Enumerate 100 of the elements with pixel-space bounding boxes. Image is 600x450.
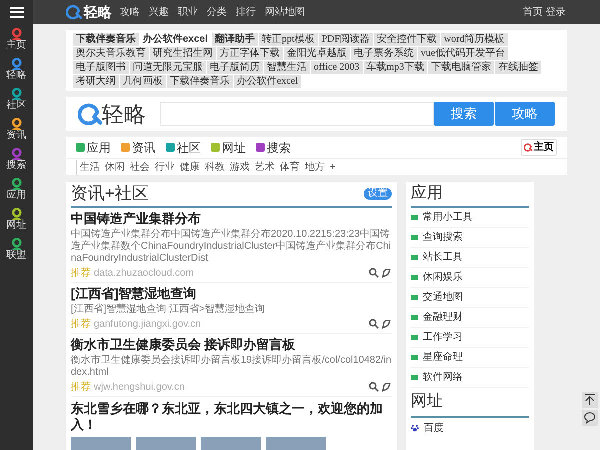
sidebar-item[interactable]: 联盟	[6, 238, 26, 262]
channel-link[interactable]: 资讯	[121, 138, 156, 156]
nav-link[interactable]: 首页	[523, 4, 543, 20]
app-category[interactable]: 软件网络	[411, 368, 529, 388]
article-summary: 中国铸造产业集群分布中国铸造产业集群分布2020.10.2215:23:23中国铸造产业集群数个ChinaFoundryIndustrialCluster中国铸造产业集群分布ChinaFoundryIndustrialClusterDist	[71, 229, 392, 265]
keyword-tag[interactable]: 奥尔夫音乐教育	[73, 47, 149, 60]
article-title[interactable]: 衡水市卫生健康委员会 接诉即办留言板	[71, 337, 392, 353]
search-field[interactable]	[160, 102, 434, 126]
article-summary: [江西省]智慧湿地查询 江西省>智慧湿地查询	[71, 304, 266, 316]
app-category[interactable]: 查询搜索	[411, 228, 529, 248]
nav-link[interactable]: 职业	[178, 4, 198, 20]
home-button[interactable]: 主页	[521, 139, 557, 156]
sidebar-item[interactable]: 社区	[6, 88, 26, 112]
channel-link[interactable]: 应用	[76, 138, 111, 156]
back-to-top-icon[interactable]	[582, 392, 598, 408]
sidebar-item[interactable]: 资讯	[6, 118, 26, 142]
folder-icon	[411, 255, 418, 260]
channel-link[interactable]: 社区	[166, 138, 201, 156]
app-category[interactable]: 交通地图	[411, 288, 529, 308]
category-link[interactable]: 行业	[155, 160, 175, 174]
keyword-tag[interactable]: 翻译助手	[212, 33, 258, 46]
keyword-tag[interactable]: 电子版简历	[207, 61, 263, 74]
article-title[interactable]: [江西省]智慧湿地查询	[71, 286, 392, 302]
recommend-label: 推荐	[71, 318, 91, 332]
app-category[interactable]: 金融理财	[411, 308, 529, 328]
share-icon[interactable]	[382, 382, 392, 392]
nav-link[interactable]: 攻略	[120, 4, 140, 20]
keyword-tag[interactable]: PDF阅读器	[318, 33, 374, 46]
keyword-tag[interactable]: vue低代码开发平台	[418, 47, 508, 60]
site-logo[interactable]: 轻略	[84, 2, 112, 22]
app-category[interactable]: 星座命理	[411, 348, 529, 368]
nav-link[interactable]: 兴趣	[149, 4, 169, 20]
app-category[interactable]: 常用小工具	[411, 208, 529, 228]
source-domain: data.zhuzaocloud.com	[94, 266, 194, 280]
sidebar-item[interactable]: 应用	[6, 178, 26, 202]
keyword-tag[interactable]: word简历模板	[441, 33, 508, 46]
category-link[interactable]: 体育	[280, 160, 300, 174]
site-link[interactable]: 百度	[411, 418, 529, 438]
menu-icon[interactable]	[10, 6, 24, 18]
sidebar-item[interactable]: 轻略	[6, 58, 26, 82]
keyword-tag[interactable]: 研究生招生网	[150, 47, 216, 60]
paw-icon	[411, 424, 419, 432]
keyword-tag[interactable]: 下载电脑管家	[428, 61, 494, 74]
source-domain: wjw.hengshui.gov.cn	[94, 380, 185, 394]
gallery-title: 东北雪乡在哪？东北亚，东北四大镇之一，欢迎您的加入！	[71, 401, 384, 433]
folder-icon	[411, 275, 418, 280]
keyword-tag[interactable]: 转正ppt模板	[259, 33, 318, 46]
keyword-tag[interactable]: office 2003	[311, 61, 363, 74]
nav-link[interactable]: 分类	[207, 4, 227, 20]
keyword-tag[interactable]: 考研大纲	[73, 75, 119, 88]
section-title: 资讯+社区	[71, 183, 150, 206]
category-link[interactable]: 游戏	[230, 160, 250, 174]
site-logo: 轻略	[102, 100, 146, 128]
app-category[interactable]: 休闲娱乐	[411, 268, 529, 288]
nav-link[interactable]: 网站地图	[265, 4, 305, 20]
search-icon[interactable]	[369, 268, 379, 278]
source-domain: ganfutong.jiangxi.gov.cn	[94, 318, 202, 332]
keyword-tag[interactable]: 几何画板	[120, 75, 166, 88]
share-icon[interactable]	[382, 268, 392, 278]
keyword-tag[interactable]: 电子版图书	[73, 61, 129, 74]
share-icon[interactable]	[382, 319, 392, 329]
keyword-tag[interactable]: 金阳光卓越版	[284, 47, 350, 60]
category-link[interactable]: 生活	[80, 160, 100, 174]
category-link[interactable]: +	[330, 160, 336, 174]
keyword-tag[interactable]: 智慧生活	[264, 61, 310, 74]
category-link[interactable]: 健康	[180, 160, 200, 174]
search-icon[interactable]	[369, 382, 379, 392]
keyword-tag[interactable]: 方正字体下载	[217, 47, 283, 60]
keyword-tag[interactable]: 办公软件excel	[234, 75, 302, 88]
logo-icon	[78, 102, 102, 126]
comment-icon[interactable]	[582, 410, 598, 426]
sidebar-item[interactable]: 网址	[6, 208, 26, 232]
app-category[interactable]: 工作学习	[411, 328, 529, 348]
keyword-tag[interactable]: 在线抽签	[495, 61, 542, 74]
section-title: 应用	[411, 182, 529, 208]
category-link[interactable]: 艺术	[255, 160, 275, 174]
article-title[interactable]: 中国铸造产业集群分布	[71, 211, 392, 227]
nav-link[interactable]: 登录	[546, 4, 566, 20]
keyword-tag[interactable]: 下载伴奏音乐	[167, 75, 233, 88]
nav-link[interactable]: 排行	[236, 4, 256, 20]
folder-icon	[411, 355, 418, 360]
category-link[interactable]: 社会	[130, 160, 150, 174]
sidebar-item[interactable]: 搜索	[6, 148, 26, 172]
channel-link[interactable]: 网址	[211, 138, 246, 156]
category-link[interactable]: 休闲	[105, 160, 125, 174]
keyword-tag[interactable]: 安全控件下载	[374, 33, 440, 46]
sidebar-item[interactable]: 主页	[6, 28, 26, 52]
keyword-tag[interactable]: 下载伴奏音乐	[73, 33, 139, 46]
keyword-tag[interactable]: 车载mp3下载	[364, 61, 428, 74]
section-title: 网址	[411, 388, 529, 418]
channel-link[interactable]: 搜索	[256, 138, 291, 156]
keyword-tag[interactable]: 问道无限元宝服	[130, 61, 206, 74]
app-category[interactable]: 站长工具	[411, 248, 529, 268]
keyword-tag[interactable]: 电子票务系统	[351, 47, 417, 60]
folder-icon	[411, 375, 418, 380]
article-summary: 衡水市卫生健康委员会接诉即办留言板19接诉即办留言板/col/col10482/index.html	[71, 355, 392, 379]
search-icon[interactable]	[369, 319, 379, 329]
logo-icon	[524, 143, 533, 152]
category-link[interactable]: 科教	[205, 160, 225, 174]
category-link[interactable]: 地方	[305, 160, 325, 174]
